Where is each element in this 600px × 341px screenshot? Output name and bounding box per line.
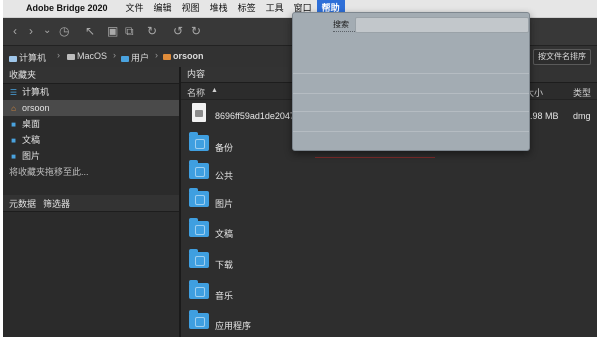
table-row[interactable]: 图片 (181, 187, 597, 215)
history-icon[interactable]: ◷ (59, 23, 69, 39)
back-icon[interactable]: ‹ (13, 23, 17, 39)
breadcrumb-label: 用户 (131, 53, 150, 63)
favorites-drop-hint: 将收藏夹拖移至此... (9, 167, 89, 177)
help-menu-dropdown: 搜索 (292, 12, 530, 151)
copy-icon[interactable]: ⧉ (125, 23, 134, 39)
app-name-menu[interactable]: Adobe Bridge 2020 (21, 0, 113, 17)
refresh-icon[interactable]: ↻ (147, 23, 157, 39)
breadcrumb-label: orsoon (173, 51, 204, 61)
column-header-type[interactable]: 类型 (573, 86, 591, 99)
forward-icon[interactable]: › (29, 23, 33, 39)
chevron-down-icon[interactable]: ⌄ (43, 23, 51, 39)
menu-view[interactable]: 视图 (177, 0, 205, 17)
help-search-input[interactable] (355, 17, 529, 33)
tab-metadata[interactable]: 元数据 (9, 197, 36, 210)
breadcrumb-macos[interactable]: MacOS (67, 51, 107, 61)
file-name: 图片 (215, 199, 234, 209)
favorite-label: 桌面 (22, 119, 41, 129)
sort-by-filename-button[interactable]: 按文件名排序 (533, 49, 591, 65)
file-size: 1.98 MB (525, 111, 559, 121)
breadcrumb-separator: › (57, 50, 60, 60)
folder-icon (189, 160, 209, 179)
computer-icon (9, 55, 17, 62)
menu-separator (293, 73, 529, 74)
file-name: 公共 (215, 171, 234, 181)
menu-stack[interactable]: 堆栈 (205, 0, 233, 17)
menu-tools[interactable]: 工具 (261, 0, 289, 17)
column-header-name[interactable]: 名称 (187, 86, 205, 99)
favorite-pictures[interactable]: ■ 图片 (3, 148, 179, 164)
folder-icon (189, 132, 209, 151)
file-name: 音乐 (215, 291, 234, 301)
favorites-title: 收藏夹 (3, 67, 179, 84)
folder-icon: ■ (11, 120, 16, 129)
file-name: 备份 (215, 143, 234, 153)
folder-icon (189, 310, 209, 329)
menu-separator (293, 93, 529, 94)
help-search-label: 搜索 (333, 20, 349, 29)
breadcrumb-label: MacOS (77, 51, 108, 61)
menu-file[interactable]: 文件 (121, 0, 149, 17)
folder-icon (189, 188, 209, 207)
computer-icon: ☰ (9, 88, 18, 97)
menu-item-placeholder (333, 31, 355, 34)
file-type: dmg (573, 111, 591, 121)
favorite-documents[interactable]: ■ 文稿 (3, 132, 179, 148)
file-name: 下载 (215, 260, 234, 270)
menu-edit[interactable]: 编辑 (149, 0, 177, 17)
menu-separator (293, 111, 529, 112)
folder-icon (189, 249, 209, 268)
sort-ascending-icon[interactable]: ▲ (211, 87, 218, 94)
menu-separator (293, 131, 529, 132)
folder-icon (189, 218, 209, 237)
breadcrumb-users[interactable]: 用户 (121, 51, 149, 64)
camera-import-icon[interactable]: ▣ (107, 23, 118, 39)
home-icon: ⌂ (11, 104, 16, 113)
table-row[interactable]: 下载 (181, 248, 597, 276)
favorite-orsoon[interactable]: ⌂ orsoon (3, 100, 179, 116)
undo-icon[interactable]: ↺ (173, 23, 183, 39)
folder-icon: ■ (11, 136, 16, 145)
app-frame: Adobe Bridge 2020 文件 编辑 视图 堆栈 标签 工具 窗口 帮… (3, 0, 597, 337)
tab-filter[interactable]: 筛选器 (43, 197, 70, 210)
table-row[interactable]: 文稿 (181, 217, 597, 245)
redo-icon[interactable]: ↻ (191, 23, 201, 39)
boomerang-icon[interactable]: ↖ (85, 23, 95, 39)
folder-icon: ■ (11, 152, 16, 161)
table-row[interactable]: 公共 (181, 159, 597, 187)
favorites-panel: 收藏夹 ☰ 计算机 ⌂ orsoon ■ 桌面 ■ 文稿 ■ 图片 将收藏夹拖移至此...… (3, 67, 181, 337)
breadcrumb-separator: › (155, 50, 158, 60)
file-name: 文稿 (215, 229, 234, 239)
bottom-panel-tabs: 元数据 筛选器 (3, 195, 179, 212)
breadcrumb-label: 计算机 (19, 53, 47, 63)
file-name: 8696ff59ad1de20471 (215, 111, 300, 121)
file-name: 应用程序 (215, 321, 252, 331)
disk-image-icon (192, 103, 206, 122)
breadcrumb-separator: › (113, 50, 116, 60)
breadcrumb-orsoon[interactable]: orsoon (163, 51, 204, 61)
divider (315, 157, 435, 158)
menu-label[interactable]: 标签 (233, 0, 261, 17)
favorite-label: 文稿 (22, 135, 41, 145)
favorite-desktop[interactable]: ■ 桌面 (3, 116, 179, 132)
favorite-computer[interactable]: ☰ 计算机 (3, 84, 179, 100)
breadcrumb-computer[interactable]: 计算机 (9, 51, 46, 64)
favorite-label: 图片 (22, 151, 41, 161)
favorite-label: 计算机 (22, 87, 50, 97)
table-row[interactable]: 音乐 (181, 279, 597, 307)
favorite-label: orsoon (22, 103, 50, 113)
folder-icon (121, 55, 129, 62)
drive-icon (67, 53, 75, 60)
folder-icon (189, 280, 209, 299)
table-row[interactable]: 应用程序 (181, 309, 597, 337)
home-icon (163, 53, 171, 60)
